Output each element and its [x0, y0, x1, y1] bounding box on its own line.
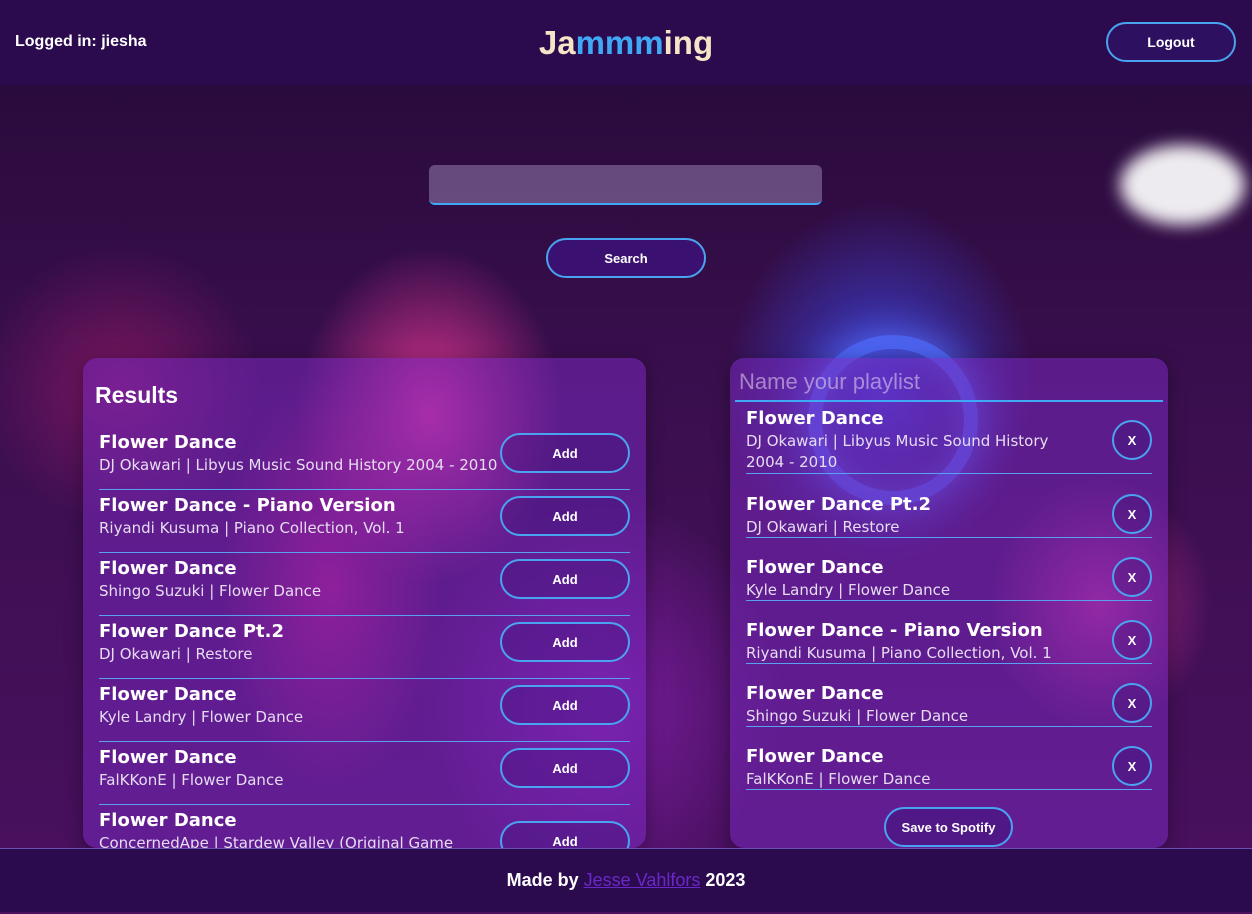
playlist-track-row: Flower Dance DJ Okawari | Libyus Music So…	[746, 408, 1152, 474]
add-track-button[interactable]: Add	[500, 622, 630, 662]
add-track-button[interactable]: Add	[500, 433, 630, 473]
footer: Made by Jesse Vahlfors 2023	[0, 848, 1252, 912]
add-track-button[interactable]: Add	[500, 496, 630, 536]
header: Logged in: jiesha Jammming Logout	[0, 0, 1252, 85]
results-title: Results	[95, 382, 179, 408]
results-panel: Results Flower Dance DJ Okawari | Libyus …	[83, 358, 646, 848]
logged-in-user: Logged in: jiesha	[15, 33, 147, 50]
track-artist-album: FalKKonE | Flower Dance	[746, 770, 931, 788]
track-artist-album: DJ Okawari | Restore	[746, 518, 900, 536]
playlist-track-row: Flower Dance Shingo Suzuki | Flower Dance	[746, 683, 1152, 727]
track-artist-album: Kyle Landry | Flower Dance	[746, 581, 951, 599]
search-button[interactable]: Search	[546, 238, 706, 278]
track-title: Flower Dance	[746, 746, 884, 767]
app-title-part3: ing	[663, 24, 714, 61]
remove-track-button[interactable]: X	[1112, 420, 1152, 460]
track-title: Flower Dance	[746, 408, 884, 429]
save-to-spotify-button[interactable]: Save to Spotify	[884, 807, 1013, 847]
add-track-button[interactable]: Add	[500, 685, 630, 725]
track-title: Flower Dance - Piano Version	[746, 620, 1043, 641]
track-artist-album: Shingo Suzuki | Flower Dance	[746, 707, 969, 725]
app-title: Jammming	[0, 24, 1252, 62]
app-title-part2: mmm	[575, 24, 664, 61]
remove-track-button[interactable]: X	[1112, 494, 1152, 534]
app-title-part1: Ja	[538, 24, 576, 61]
track-title: Flower Dance	[746, 683, 884, 704]
background-light	[1120, 145, 1245, 225]
add-track-button[interactable]: Add	[500, 748, 630, 788]
playlist-track-row: Flower Dance Pt.2 DJ Okawari | Restore	[746, 494, 1152, 538]
playlist-panel: Flower Dance DJ Okawari | Libyus Music So…	[730, 358, 1168, 848]
remove-track-button[interactable]: X	[1112, 620, 1152, 660]
footer-year: 2023	[705, 870, 746, 890]
track-artist-album: DJ Okawari | Libyus Music Sound History …	[746, 432, 1049, 471]
add-track-button[interactable]: Add	[500, 821, 630, 848]
footer-prefix: Made by	[506, 870, 579, 890]
remove-track-button[interactable]: X	[1112, 746, 1152, 786]
playlist-track-row: Flower Dance Kyle Landry | Flower Dance	[746, 557, 1152, 601]
track-title: Flower Dance	[746, 557, 884, 578]
playlist-track-row: Flower Dance FalKKonE | Flower Dance	[746, 746, 1152, 790]
remove-track-button[interactable]: X	[1112, 683, 1152, 723]
search-input[interactable]	[429, 165, 822, 205]
author-link[interactable]: Jesse Vahlfors	[584, 870, 701, 891]
track-artist-album: Riyandi Kusuma | Piano Collection, Vol. …	[746, 644, 1052, 662]
playlist-name-input[interactable]	[735, 364, 1163, 402]
remove-track-button[interactable]: X	[1112, 557, 1152, 597]
track-title: Flower Dance Pt.2	[746, 494, 932, 515]
playlist-track-row: Flower Dance - Piano Version Riyandi Kusu…	[746, 620, 1152, 664]
logout-button[interactable]: Logout	[1106, 22, 1236, 62]
add-track-button[interactable]: Add	[500, 559, 630, 599]
